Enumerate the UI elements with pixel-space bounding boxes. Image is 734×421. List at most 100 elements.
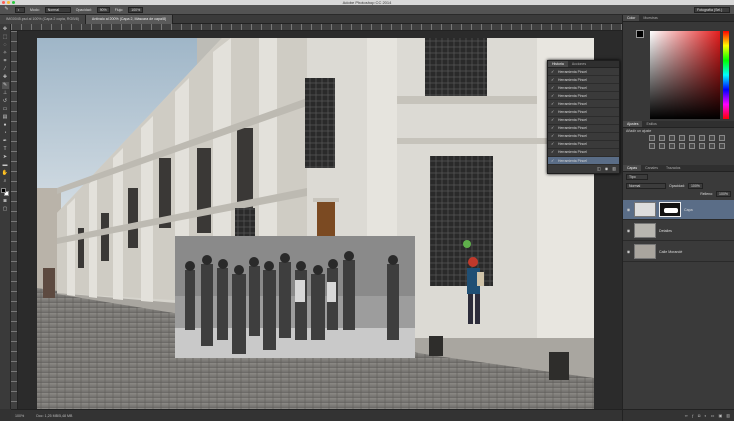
selective-color-icon[interactable] [719, 143, 725, 149]
quick-mask-icon[interactable]: ◙ [2, 198, 9, 205]
link-icon[interactable]: ∞ [685, 413, 688, 418]
layer-mask-thumbnail[interactable] [659, 202, 681, 217]
tab-ajustes[interactable]: Ajustes [623, 121, 643, 127]
tab-trazados[interactable]: Trazados [662, 165, 684, 171]
hue-saturation-icon[interactable] [699, 135, 705, 141]
lasso-tool-icon[interactable]: ◌ [2, 42, 9, 49]
brush-tool-icon[interactable]: ✎ [1, 82, 9, 89]
history-item[interactable]: ✓ Herramienta Pincel [548, 125, 619, 133]
marquee-tool-icon[interactable]: ⬚ [2, 34, 9, 41]
color-picker-field[interactable] [650, 31, 720, 119]
screen-mode-icon[interactable]: ▢ [2, 206, 9, 213]
flow-field[interactable]: 100% [128, 6, 144, 13]
vertical-ruler[interactable] [11, 31, 18, 409]
history-item[interactable]: ✓ Herramienta Pincel [548, 133, 619, 141]
type-tool-icon[interactable]: T [2, 146, 9, 153]
hand-tool-icon[interactable]: ✋ [2, 170, 9, 177]
panel-foreground-swatch[interactable] [636, 30, 644, 38]
clone-stamp-tool-icon[interactable]: ⊥ [2, 90, 9, 97]
tab-capas[interactable]: Capas [623, 165, 642, 171]
move-tool-icon[interactable]: ✥ [2, 26, 9, 33]
crop-tool-icon[interactable]: ⌗ [2, 58, 9, 65]
channel-mixer-icon[interactable] [659, 143, 665, 149]
history-item[interactable]: ✓ Herramienta Pincel [548, 141, 619, 149]
shape-tool-icon[interactable]: ▬ [2, 162, 9, 169]
exposure-icon[interactable] [679, 135, 685, 141]
new-snapshot-icon[interactable]: ◫ [597, 166, 601, 171]
vibrance-icon[interactable] [689, 135, 695, 141]
black-white-icon[interactable] [719, 135, 725, 141]
folder-icon[interactable]: ▭ [711, 413, 715, 418]
zoom-window-icon[interactable] [12, 1, 15, 4]
document-tab-1[interactable]: IMG0045.psd al 100% (Capa 2 copia, RGB/8… [0, 15, 86, 24]
document-tab-2[interactable]: Antivalo al 200% (Capa 2, Máscara de cap… [85, 15, 174, 24]
brightness-icon[interactable] [649, 135, 655, 141]
invert-icon[interactable] [679, 143, 685, 149]
eye-icon[interactable]: ◉ [626, 228, 631, 233]
curves-icon[interactable] [669, 135, 675, 141]
camera-icon[interactable]: ◉ [605, 166, 609, 171]
hue-slider[interactable] [723, 31, 729, 119]
tab-acciones[interactable]: Acciones [568, 61, 590, 67]
layer-opacity-field[interactable]: 100% [687, 183, 703, 189]
adjustment-layer-icon[interactable]: ◐ [704, 413, 706, 418]
eyedropper-tool-icon[interactable]: ⁄ [2, 66, 9, 73]
eraser-tool-icon[interactable]: ▭ [2, 106, 9, 113]
color-swatches[interactable] [1, 188, 9, 197]
mode-select[interactable]: Normal [44, 6, 71, 13]
new-layer-icon[interactable]: ▣ [718, 413, 722, 418]
pen-tool-icon[interactable]: ✒ [2, 138, 9, 145]
gradient-map-icon[interactable] [709, 143, 715, 149]
color-balance-icon[interactable] [709, 135, 715, 141]
foreground-color-swatch[interactable] [1, 188, 6, 193]
layer-filter-select[interactable]: Tipo [626, 174, 648, 180]
history-item[interactable]: ✓ Herramienta Pincel [548, 117, 619, 125]
dodge-tool-icon[interactable]: ◔ [2, 130, 9, 137]
add-mask-icon[interactable]: ◘ [698, 413, 700, 418]
blend-mode-select[interactable]: Normal [626, 183, 666, 189]
blur-tool-icon[interactable]: ● [2, 122, 9, 129]
horizontal-ruler[interactable] [11, 24, 622, 31]
zoom-level[interactable]: 100% [15, 414, 24, 418]
minimize-window-icon[interactable] [7, 1, 10, 4]
eye-icon[interactable]: ◉ [626, 249, 631, 254]
workspace-select[interactable]: Fotografía (Sel.) [694, 6, 730, 13]
color-lookup-icon[interactable] [669, 143, 675, 149]
history-item-selected[interactable]: ✓ Herramienta Pincel [548, 157, 619, 166]
tab-canales[interactable]: Canales [641, 165, 662, 171]
levels-icon[interactable] [659, 135, 665, 141]
brush-size-picker[interactable]: • [15, 6, 25, 13]
layer-row[interactable]: ◉ Detalles [623, 221, 734, 241]
tab-estilos[interactable]: Estilos [642, 121, 660, 127]
layer-row[interactable]: ◉ Capa [623, 200, 734, 220]
fx-icon[interactable]: ƒ [692, 413, 694, 418]
layer-row[interactable]: ◉ Calle Morandé [623, 242, 734, 262]
brush-preset-icon[interactable]: ✎ [3, 6, 10, 13]
trash-icon[interactable]: ▥ [612, 166, 616, 171]
history-item[interactable]: ✓ Herramienta Pincel [548, 108, 619, 117]
eye-icon[interactable]: ◉ [626, 207, 631, 212]
document-canvas[interactable] [37, 38, 594, 410]
photo-filter-icon[interactable] [649, 143, 655, 149]
opacity-field[interactable]: 90% [96, 6, 110, 13]
zoom-tool-icon[interactable]: ⌕ [2, 178, 9, 185]
history-brush-tool-icon[interactable]: ↺ [2, 98, 9, 105]
threshold-icon[interactable] [699, 143, 705, 149]
quick-select-tool-icon[interactable]: ✧ [2, 50, 9, 57]
tab-color[interactable]: Color [623, 15, 640, 21]
tab-historia[interactable]: Historia [548, 61, 568, 67]
history-item[interactable]: ✓ Herramienta Pincel [548, 76, 619, 85]
layer-fill-field[interactable]: 100% [716, 191, 731, 197]
posterize-icon[interactable] [689, 143, 695, 149]
history-item[interactable]: ✓ Herramienta Pincel [548, 84, 619, 93]
tab-muestras[interactable]: Muestras [639, 15, 661, 21]
history-item[interactable]: ✓ Herramienta Pincel [548, 149, 619, 158]
history-item[interactable]: ✓ Herramienta Pincel [548, 100, 619, 109]
path-select-tool-icon[interactable]: ➤ [2, 154, 9, 161]
history-item[interactable]: ✓ Herramienta Pincel [548, 92, 619, 101]
trash-icon[interactable]: ▥ [726, 413, 730, 418]
history-item[interactable]: ✓ Herramienta Pincel [548, 68, 619, 77]
close-window-icon[interactable] [2, 1, 5, 4]
gradient-tool-icon[interactable]: ▤ [2, 114, 9, 121]
healing-tool-icon[interactable]: ✚ [2, 74, 9, 81]
